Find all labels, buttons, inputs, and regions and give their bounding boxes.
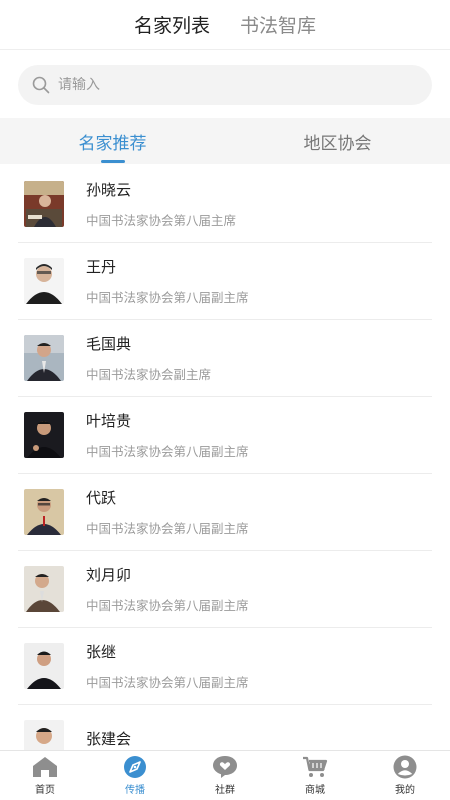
tab-calligraphy-library[interactable]: 书法智库	[240, 11, 316, 38]
avatar	[24, 181, 64, 227]
home-icon	[32, 755, 58, 779]
nav-community[interactable]: 社群	[180, 751, 270, 800]
avatar	[24, 566, 64, 612]
nav-spread[interactable]: 传播	[90, 751, 180, 800]
calligrapher-name: 孙晓云	[86, 181, 132, 199]
list-item-info: 孙晓云 中国书法家协会第八届主席	[86, 179, 236, 229]
calligrapher-title: 中国书法家协会第八届副主席	[86, 521, 249, 536]
calligrapher-name: 张继	[86, 643, 117, 661]
list-item-info: 毛国典 中国书法家协会副主席	[86, 333, 211, 383]
search-box[interactable]	[18, 65, 432, 105]
list-item-info: 张继 中国书法家协会第八届副主席	[86, 641, 249, 691]
nav-mine-label: 我的	[395, 785, 415, 796]
list-item-info: 刘月卯 中国书法家协会第八届副主席	[86, 564, 249, 614]
sub-tabs: 名家推荐 地区协会	[0, 118, 450, 164]
calligrapher-name: 代跃	[86, 489, 117, 507]
list-item[interactable]: 王丹 中国书法家协会第八届副主席	[18, 243, 432, 320]
calligrapher-title: 中国书法家协会第八届主席	[86, 213, 237, 228]
nav-spread-label: 传播	[125, 785, 145, 796]
user-icon	[392, 755, 418, 779]
avatar	[24, 335, 64, 381]
nav-mall[interactable]: 商城	[270, 751, 360, 800]
tab-recommended[interactable]: 名家推荐	[0, 118, 225, 164]
tab-regional-association-label: 地区协会	[303, 133, 372, 154]
nav-home[interactable]: 首页	[0, 751, 90, 800]
chat-heart-icon	[212, 755, 238, 779]
tab-regional-association[interactable]: 地区协会	[225, 118, 450, 164]
list-item[interactable]: 张建会	[18, 705, 432, 750]
list-item[interactable]: 刘月卯 中国书法家协会第八届副主席	[18, 551, 432, 628]
bottom-nav: 首页 传播 社群 商城 我的	[0, 750, 450, 800]
nav-mall-label: 商城	[305, 785, 325, 796]
calligrapher-name: 张建会	[86, 729, 132, 748]
search-input[interactable]	[58, 77, 418, 93]
list-item[interactable]: 孙晓云 中国书法家协会第八届主席	[18, 166, 432, 243]
list-item[interactable]: 张继 中国书法家协会第八届副主席	[18, 628, 432, 705]
list-item-info: 叶培贵 中国书法家协会第八届副主席	[86, 410, 249, 460]
calligrapher-list: 孙晓云 中国书法家协会第八届主席 王丹 中国书法家协会第八届副主席 毛国典 中国…	[0, 166, 450, 750]
list-item-info: 代跃 中国书法家协会第八届副主席	[86, 487, 249, 537]
nav-mine[interactable]: 我的	[360, 751, 450, 800]
avatar	[24, 258, 64, 304]
calligrapher-name: 毛国典	[86, 335, 132, 353]
tab-famous-list[interactable]: 名家列表	[134, 11, 210, 38]
list-item[interactable]: 叶培贵 中国书法家协会第八届副主席	[18, 397, 432, 474]
list-item[interactable]: 代跃 中国书法家协会第八届副主席	[18, 474, 432, 551]
avatar	[24, 489, 64, 535]
tab-recommended-label: 名家推荐	[78, 133, 147, 154]
avatar	[24, 643, 64, 689]
search-bar	[0, 50, 450, 118]
calligrapher-name: 王丹	[86, 258, 117, 276]
nav-community-label: 社群	[215, 785, 235, 796]
active-tab-indicator	[100, 160, 125, 163]
list-item-info: 张建会	[86, 728, 131, 751]
calligrapher-title: 中国书法家协会副主席	[86, 367, 212, 382]
list-item-info: 王丹 中国书法家协会第八届副主席	[86, 256, 249, 306]
calligrapher-title: 中国书法家协会第八届副主席	[86, 598, 249, 613]
cart-icon	[302, 755, 328, 779]
avatar	[24, 412, 64, 458]
calligrapher-title: 中国书法家协会第八届副主席	[86, 290, 249, 305]
calligrapher-title: 中国书法家协会第八届副主席	[86, 444, 249, 459]
compass-icon	[122, 755, 148, 779]
calligrapher-title: 中国书法家协会第八届副主席	[86, 675, 249, 690]
app-root: 名家列表 书法智库 名家推荐 地区协会	[0, 0, 450, 800]
avatar	[24, 720, 64, 750]
calligrapher-name: 刘月卯	[86, 566, 132, 584]
search-icon	[32, 76, 50, 94]
header-tabs: 名家列表 书法智库	[0, 0, 450, 50]
nav-home-label: 首页	[35, 785, 55, 796]
list-item[interactable]: 毛国典 中国书法家协会副主席	[18, 320, 432, 397]
calligrapher-name: 叶培贵	[86, 412, 132, 430]
